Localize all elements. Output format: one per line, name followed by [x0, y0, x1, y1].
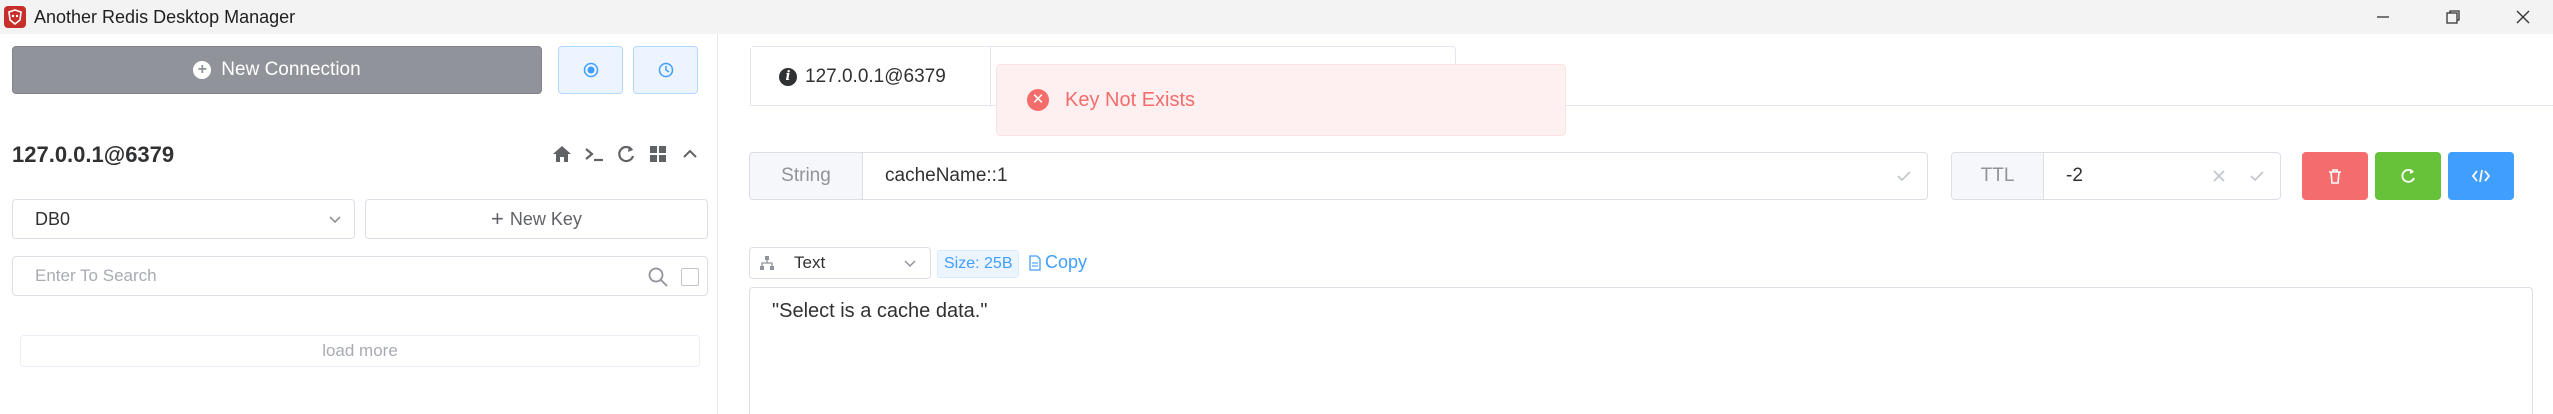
copy-label: Copy — [1045, 252, 1088, 272]
tree-icon — [760, 256, 774, 270]
minimize-icon — [2377, 16, 2389, 18]
title-bar: Another Redis Desktop Manager — [0, 0, 2553, 34]
refresh-icon — [2401, 168, 2415, 183]
connection-name[interactable]: 127.0.0.1@6379 — [12, 142, 174, 168]
value-editor[interactable]: "Select is a cache data." — [749, 287, 2533, 414]
copy-button[interactable]: Copy — [1028, 252, 1087, 273]
error-notification: ✕ Key Not Exists — [996, 64, 1566, 136]
format-value: Text — [794, 253, 826, 272]
new-connection-label: New Connection — [221, 59, 361, 80]
ttl-label: TTL — [1951, 152, 2044, 200]
notification-message: Key Not Exists — [1065, 88, 1196, 111]
ttl-input[interactable]: -2 — [2043, 152, 2281, 200]
document-icon — [1029, 254, 1041, 271]
sidebar: + New Connection 127.0.0.1@6379 DB0 + Ne… — [0, 34, 718, 414]
db-select[interactable]: DB0 — [12, 199, 355, 239]
new-key-button[interactable]: + New Key — [365, 199, 708, 239]
close-icon — [2516, 10, 2530, 24]
app-logo-icon — [4, 6, 26, 28]
tab-label: 127.0.0.1@6379 — [805, 66, 946, 87]
key-name-input[interactable]: cacheName::1 — [862, 152, 1928, 200]
error-icon: ✕ — [1027, 89, 1049, 111]
minimize-button[interactable] — [2348, 0, 2418, 34]
grid-icon[interactable] — [646, 142, 670, 166]
chevron-up-icon[interactable] — [678, 142, 702, 166]
search-placeholder: Enter To Search — [35, 266, 157, 285]
status-dot-icon — [583, 62, 598, 78]
plus-icon: + — [193, 61, 212, 79]
refresh-icon[interactable] — [614, 142, 638, 166]
db-select-value: DB0 — [35, 209, 71, 229]
value-content: "Select is a cache data." — [772, 300, 988, 322]
format-select[interactable]: Text — [749, 247, 931, 279]
close-window-button[interactable] — [2488, 0, 2553, 34]
window-title: Another Redis Desktop Manager — [34, 7, 296, 27]
home-icon[interactable] — [550, 142, 574, 166]
status-button[interactable] — [558, 46, 623, 94]
maximize-button[interactable] — [2418, 0, 2488, 34]
maximize-icon — [2446, 10, 2460, 24]
key-type-label: String — [749, 152, 863, 200]
new-key-label: New Key — [509, 208, 582, 229]
refresh-key-button[interactable] — [2375, 152, 2441, 200]
history-button[interactable] — [633, 46, 698, 94]
terminal-icon[interactable] — [582, 142, 606, 166]
check-icon[interactable] — [1895, 167, 1913, 185]
size-tag: Size: 25B — [937, 250, 1020, 278]
plus-icon: + — [491, 206, 504, 231]
info-icon: i — [779, 68, 797, 86]
clear-icon[interactable] — [2210, 167, 2228, 185]
delete-icon — [2329, 169, 2341, 184]
ttl-value: -2 — [2066, 165, 2083, 186]
key-name-value: cacheName::1 — [885, 165, 1008, 186]
chevron-down-icon — [904, 260, 916, 268]
tab-connection[interactable]: i 127.0.0.1@6379 — [751, 47, 991, 107]
delete-key-button[interactable] — [2302, 152, 2368, 200]
code-icon — [2471, 169, 2491, 183]
check-icon[interactable] — [2248, 167, 2266, 185]
connection-toolbar — [550, 142, 702, 166]
search-icon[interactable] — [647, 266, 669, 288]
clock-icon — [658, 62, 673, 78]
new-connection-button[interactable]: + New Connection — [12, 46, 542, 94]
chevron-down-icon — [329, 216, 341, 224]
load-more-button[interactable]: load more — [20, 335, 700, 367]
exact-search-checkbox[interactable] — [681, 268, 699, 286]
search-input[interactable]: Enter To Search — [12, 256, 708, 296]
dump-command-button[interactable] — [2448, 152, 2514, 200]
